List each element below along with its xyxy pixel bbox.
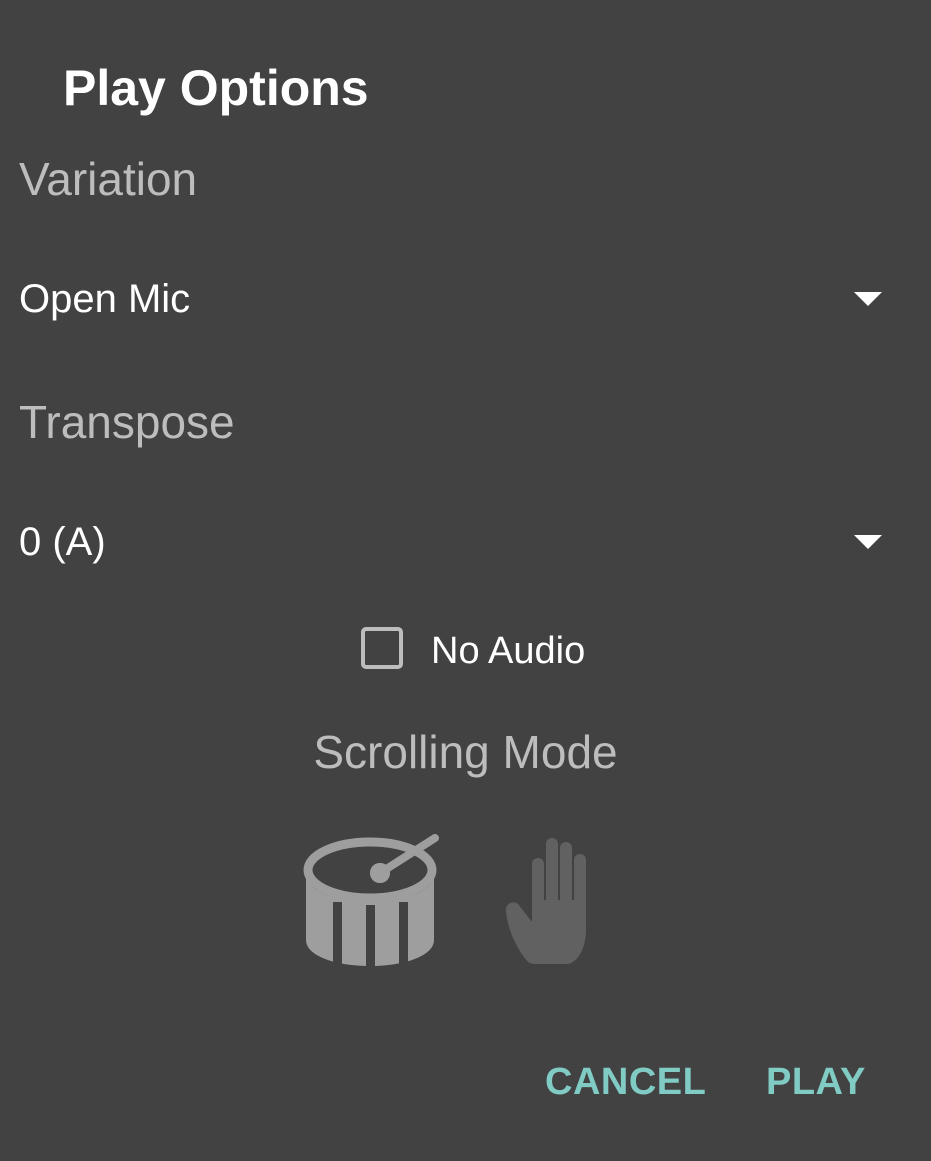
play-options-dialog: Play Options Variation Open Mic Transpos… [0,0,931,1161]
dropdown-arrow-icon [854,535,882,549]
dialog-title: Play Options [63,60,369,116]
variation-dropdown[interactable]: Open Mic [0,260,931,340]
cancel-button[interactable]: CANCEL [545,1057,706,1107]
hand-icon[interactable] [500,830,620,970]
transpose-selected-value: 0 (A) [19,520,106,564]
scrolling-mode-label: Scrolling Mode [313,726,618,778]
no-audio-label: No Audio [431,630,586,672]
variation-label: Variation [19,153,198,205]
drum-icon[interactable] [300,830,440,970]
transpose-label: Transpose [19,396,235,448]
dropdown-arrow-icon [854,292,882,306]
transpose-dropdown[interactable]: 0 (A) [0,503,931,583]
play-button[interactable]: PLAY [766,1057,866,1107]
no-audio-checkbox[interactable] [361,627,403,669]
variation-selected-value: Open Mic [19,277,191,321]
